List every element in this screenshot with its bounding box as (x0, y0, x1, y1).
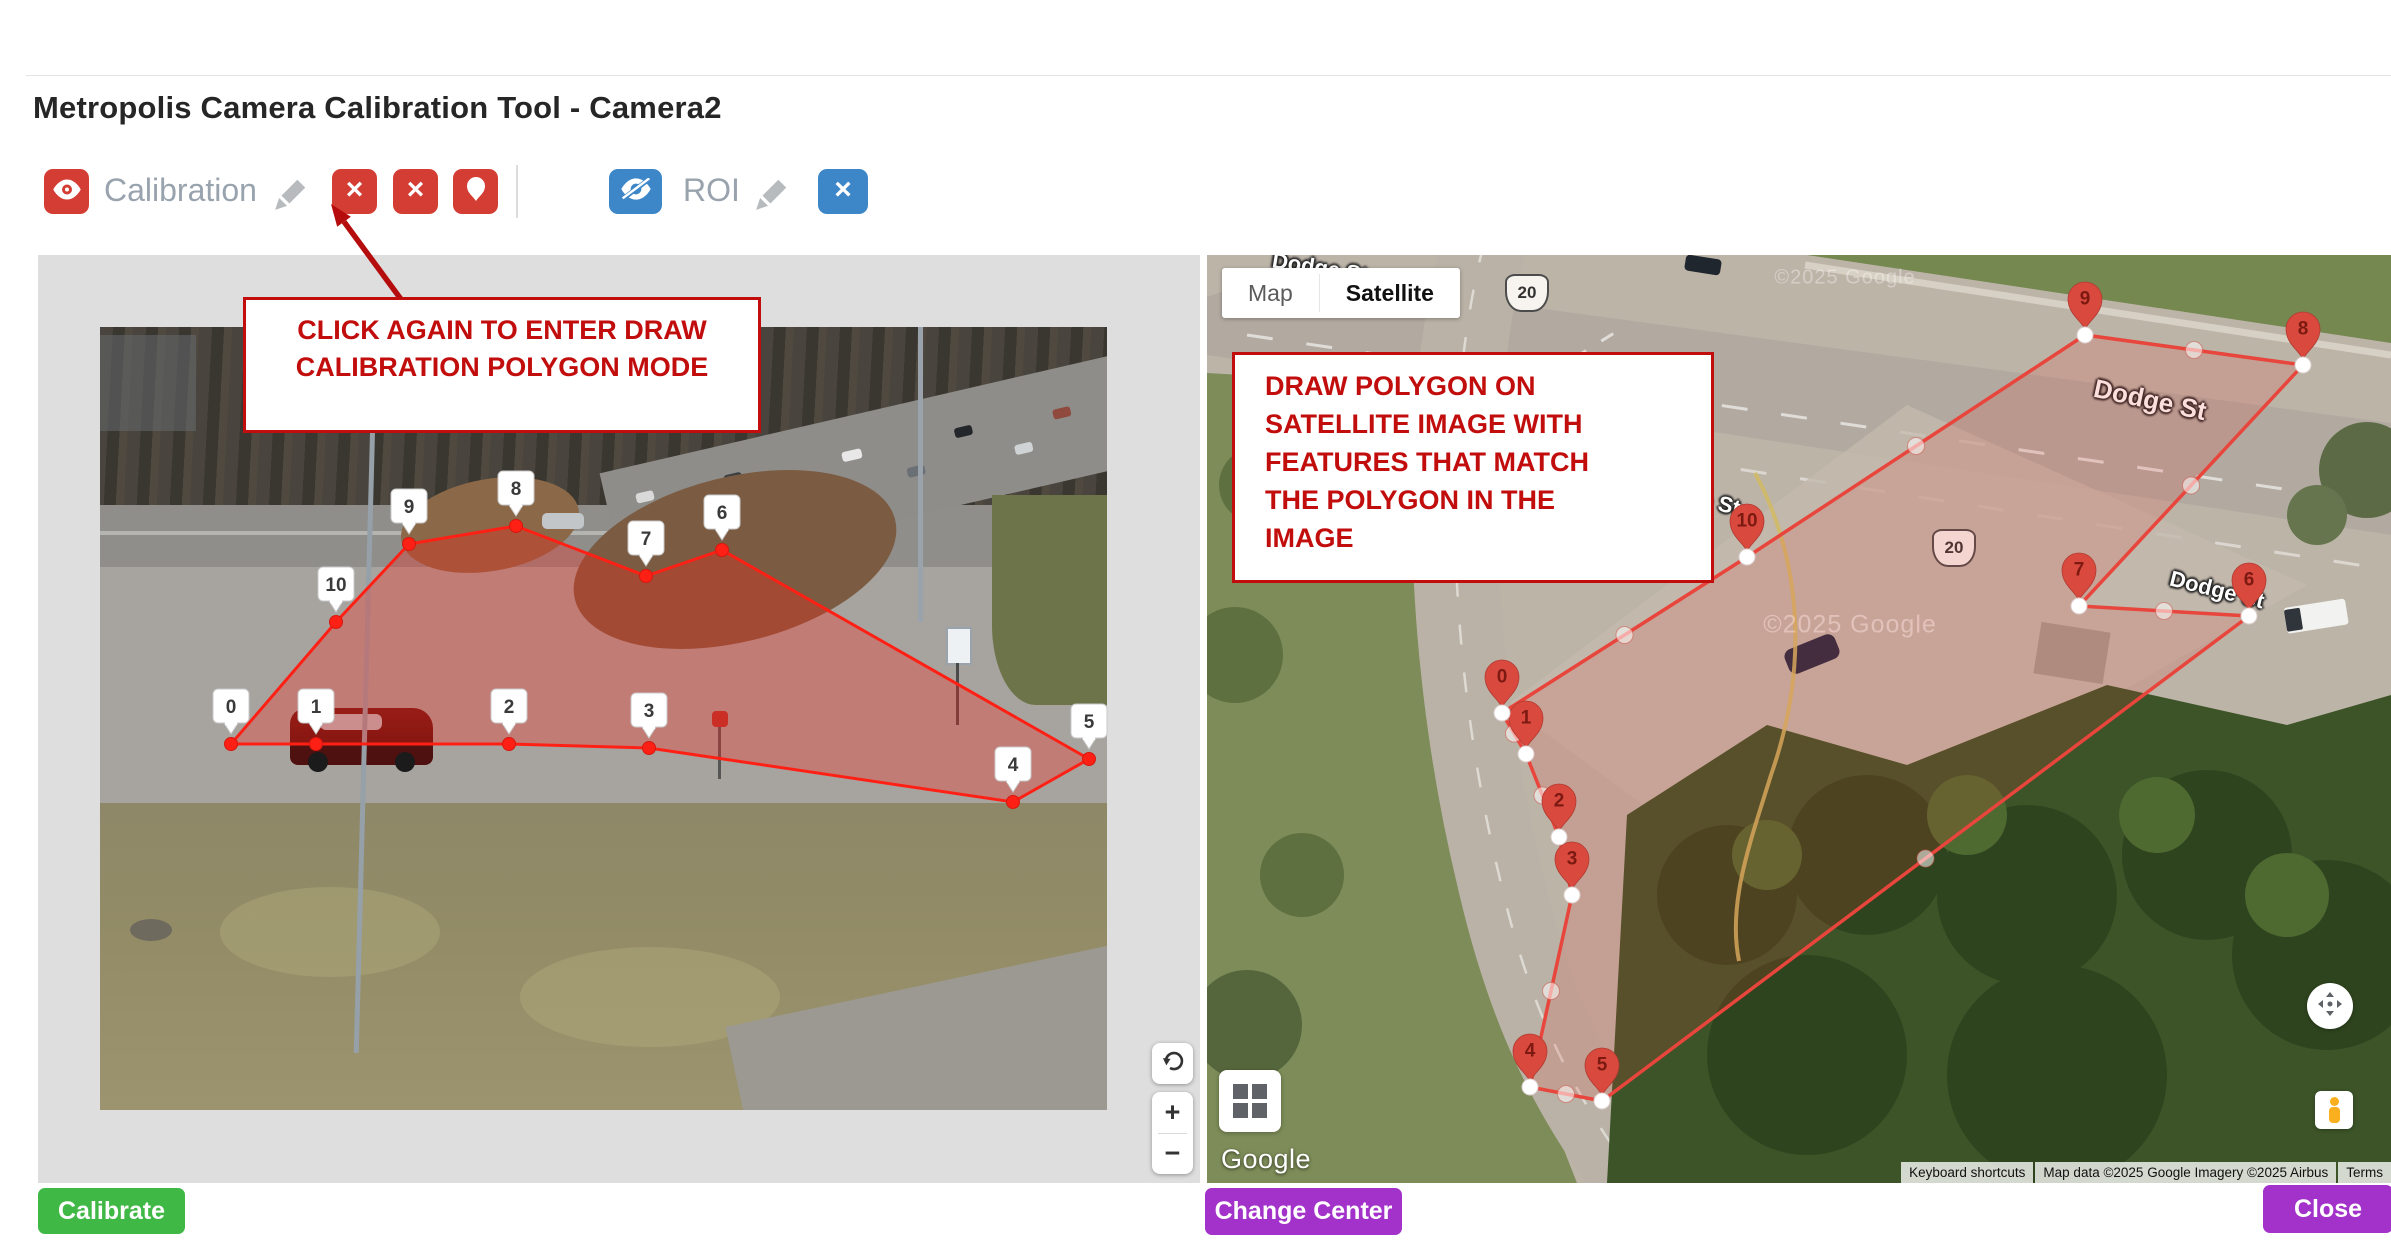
camera-image[interactable] (100, 327, 1107, 1110)
note-line: CALIBRATION POLYGON MODE (246, 349, 758, 386)
calibration-clear-image-button[interactable]: × (332, 169, 377, 214)
x-icon: × (346, 175, 364, 205)
photo-light-pole (918, 327, 923, 622)
calibration-clear-map-button[interactable]: × (393, 169, 438, 214)
page-title: Metropolis Camera Calibration Tool - Cam… (33, 90, 722, 126)
photo-gray-car (542, 513, 584, 529)
note-line: FEATURES THAT MATCH (1265, 443, 1711, 481)
photo-building (100, 335, 196, 431)
photo-road-sign (946, 627, 972, 665)
rotate-icon (1161, 1049, 1185, 1078)
header-divider (26, 75, 2391, 76)
note-line: IMAGE (1265, 519, 1711, 557)
roi-edit-pencil-icon[interactable] (753, 175, 791, 213)
roi-clear-button[interactable]: × (818, 169, 868, 214)
zoom-in-button[interactable]: + (1152, 1092, 1193, 1133)
photo-road-sign-post (956, 663, 959, 725)
eye-slash-icon (620, 178, 652, 205)
route-shield-icon: 20 (1505, 274, 1549, 312)
calibration-marker-button[interactable] (453, 169, 498, 214)
terms-link[interactable]: Terms (2338, 1162, 2391, 1183)
calibration-visibility-button[interactable] (44, 169, 89, 214)
arrows-out-icon (2317, 991, 2343, 1022)
change-center-button[interactable]: Change Center (1205, 1188, 1402, 1235)
photo-stop-sign-post (718, 727, 721, 779)
zoom-out-button[interactable]: − (1152, 1134, 1193, 1175)
zoom-control: + − (1152, 1092, 1193, 1174)
tab-satellite[interactable]: Satellite (1320, 268, 1460, 318)
calibration-label: Calibration (104, 172, 257, 209)
note-line: DRAW POLYGON ON (1265, 367, 1711, 405)
route-shield-icon: 20 (1932, 529, 1976, 567)
photo-grass-hill (992, 495, 1107, 705)
keyboard-shortcuts-link[interactable]: Keyboard shortcuts (1901, 1162, 2033, 1183)
note-line: SATELLITE IMAGE WITH (1265, 405, 1711, 443)
street-label: Dodge St (2167, 566, 2267, 615)
rotate-map-button[interactable] (1152, 1043, 1193, 1084)
satellite-instruction-note: DRAW POLYGON ON SATELLITE IMAGE WITH FEA… (1232, 352, 1714, 583)
calibration-edit-pencil-icon[interactable] (272, 175, 310, 213)
google-logo: Google (1221, 1144, 1311, 1175)
roi-visibility-button[interactable] (609, 169, 662, 214)
roi-label: ROI (683, 172, 740, 209)
tilt-grid-button[interactable] (1219, 1070, 1281, 1132)
note-line: THE POLYGON IN THE (1265, 481, 1711, 519)
toolbar-divider (516, 165, 518, 218)
tab-map[interactable]: Map (1222, 268, 1319, 318)
calibrate-button[interactable]: Calibrate (38, 1188, 185, 1234)
google-watermark: ©2025 Google (1763, 611, 1937, 640)
photo-grass-patch (220, 887, 440, 977)
street-label: Dodge St (2091, 373, 2209, 427)
map-attribution-bar: Keyboard shortcuts Map data ©2025 Google… (1901, 1162, 2391, 1183)
photo-stop-sign (712, 711, 728, 727)
map-marker-icon (466, 176, 486, 207)
map-type-tabs: Map Satellite (1222, 268, 1460, 318)
map-data-text: Map data ©2025 Google Imagery ©2025 Airb… (2035, 1162, 2336, 1183)
photo-car-wheel (395, 752, 415, 772)
close-button[interactable]: Close (2263, 1185, 2391, 1233)
grid-icon (1233, 1084, 1267, 1118)
google-watermark: ©2025 Google (1774, 267, 1915, 290)
note-line: CLICK AGAIN TO ENTER DRAW (246, 312, 758, 349)
eye-icon (52, 179, 82, 205)
x-icon: × (407, 175, 425, 205)
pegman-streetview-button[interactable] (2315, 1091, 2353, 1129)
photo-car-wheel (308, 752, 328, 772)
calibration-instruction-note: CLICK AGAIN TO ENTER DRAW CALIBRATION PO… (243, 297, 761, 433)
photo-manhole (130, 919, 172, 941)
pan-control-button[interactable] (2307, 983, 2353, 1029)
pegman-icon (2327, 1097, 2341, 1123)
x-icon: × (834, 175, 852, 205)
